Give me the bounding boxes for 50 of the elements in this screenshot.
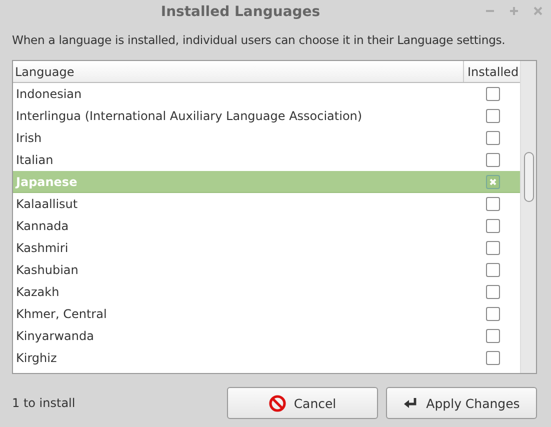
language-name: Interlingua (International Auxiliary Language Association) (15, 109, 364, 123)
language-row[interactable]: Italian (13, 149, 520, 171)
column-header[interactable]: Installed (464, 61, 520, 82)
language-row[interactable]: Kannada (13, 215, 520, 237)
language-row[interactable]: Kashubian (13, 259, 520, 281)
installed-checkbox[interactable] (486, 131, 500, 145)
installed-checkbox[interactable] (486, 197, 500, 211)
language-row[interactable]: Irish (13, 127, 520, 149)
language-row[interactable]: Khmer, Central (13, 303, 520, 325)
column-header[interactable]: Language (13, 61, 464, 82)
no-entry-icon (268, 394, 286, 412)
installed-checkbox[interactable] (486, 285, 500, 299)
language-name: Khmer, Central (15, 307, 108, 321)
language-name: Indonesian (15, 87, 83, 101)
window-title: Installed Languages (160, 4, 320, 20)
return-arrow-icon (403, 396, 418, 410)
language-name: Japanese (14, 174, 78, 188)
language-name: Kannada (15, 219, 70, 233)
installed-checkbox[interactable] (486, 329, 500, 343)
installed-checkbox[interactable] (486, 351, 500, 365)
installed-checkbox[interactable] (486, 307, 500, 321)
language-row[interactable]: Indonesian (13, 83, 520, 105)
language-row[interactable]: Interlingua (International Auxiliary Language Association) (13, 105, 520, 127)
cancel-button[interactable]: Cancel (227, 387, 378, 419)
installed-checkbox[interactable] (486, 219, 500, 233)
installed-checkbox[interactable] (486, 153, 500, 167)
language-name: Kashubian (15, 263, 80, 277)
language-row[interactable]: Kashmiri (13, 237, 520, 259)
language-name: Kazakh (15, 285, 60, 299)
language-name: Irish (15, 131, 43, 145)
description-text: When a language is installed, individual users can choose it in their Language settings. (11, 32, 506, 49)
cross-mark-icon (489, 178, 497, 186)
apply-button[interactable]: Apply Changes (386, 387, 537, 419)
scrollbar[interactable] (520, 61, 536, 373)
language-row[interactable]: Kalaallisut (13, 193, 520, 215)
status-text: 1 to install (12, 396, 76, 410)
installed-checkbox[interactable] (486, 109, 500, 123)
language-name: Italian (15, 153, 54, 167)
installed-checkbox[interactable] (486, 174, 500, 188)
installed-checkbox[interactable] (486, 87, 500, 101)
scrollbar-thumb[interactable] (524, 152, 534, 202)
language-row[interactable]: Kinyarwanda (13, 325, 520, 347)
installed-checkbox[interactable] (486, 263, 500, 277)
language-row[interactable]: Kazakh (13, 281, 520, 303)
language-row[interactable]: Kirghiz (13, 347, 520, 369)
language-name: Kirghiz (15, 351, 58, 365)
language-name: Kashmiri (15, 241, 70, 255)
language-name: Kalaallisut (15, 197, 79, 211)
installed-checkbox[interactable] (486, 241, 500, 255)
language-name: Kinyarwanda (15, 329, 95, 343)
